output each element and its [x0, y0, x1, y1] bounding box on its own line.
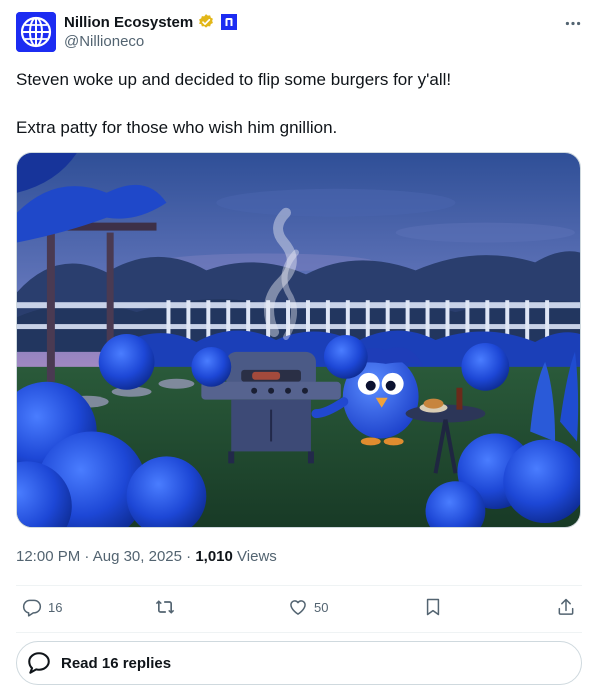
- like-button[interactable]: 50: [288, 597, 328, 617]
- post-meta: 12:00 PM · Aug 30, 2025 · 1,010 Views: [16, 548, 277, 565]
- post-time[interactable]: 12:00 PM: [16, 548, 80, 565]
- post-date[interactable]: Aug 30, 2025: [93, 548, 182, 565]
- views-count: 1,010: [195, 548, 233, 565]
- author-handle[interactable]: @Nillioneco: [64, 33, 144, 50]
- post-text-line-2: Extra patty for those who wish him gnill…: [16, 118, 338, 137]
- reply-button[interactable]: 16: [22, 597, 62, 617]
- verified-badge-icon[interactable]: [197, 13, 215, 31]
- author-display-name[interactable]: Nillion Ecosystem: [64, 14, 193, 31]
- author-name-row: Nillion Ecosystem: [64, 13, 238, 31]
- nillion-globe-icon: [16, 12, 56, 52]
- repost-button[interactable]: [155, 597, 181, 617]
- post-text-line-1: Steven woke up and decided to flip some …: [16, 70, 452, 89]
- meta-separator: ·: [84, 548, 90, 565]
- share-icon: [558, 598, 574, 615]
- meta-separator: ·: [186, 548, 192, 565]
- bookmark-button[interactable]: [423, 597, 443, 617]
- reply-icon: [22, 599, 42, 617]
- post-card: Nillion Ecosystem @Nillioneco Steven wok…: [0, 0, 598, 694]
- post-image[interactable]: [16, 152, 581, 528]
- repost-icon: [155, 600, 175, 614]
- heart-icon: [290, 600, 306, 615]
- reply-count: 16: [48, 599, 63, 615]
- like-count: 50: [314, 599, 329, 615]
- action-bar: 16 50: [16, 586, 582, 632]
- divider: [16, 632, 582, 633]
- views-label: Views: [237, 548, 277, 565]
- post-text: Steven woke up and decided to flip some …: [16, 68, 582, 140]
- read-replies-button[interactable]: Read 16 replies: [16, 641, 582, 685]
- owl-grilling-illustration: [17, 153, 580, 527]
- more-dots-icon: [565, 21, 581, 25]
- author-avatar[interactable]: [16, 12, 56, 52]
- affiliation-badge-icon[interactable]: [221, 14, 238, 30]
- bookmark-icon: [426, 598, 440, 616]
- share-button[interactable]: [556, 597, 576, 617]
- read-replies-label: Read 16 replies: [61, 654, 172, 672]
- more-options-button[interactable]: [562, 12, 584, 34]
- speech-bubble-icon: [25, 649, 53, 677]
